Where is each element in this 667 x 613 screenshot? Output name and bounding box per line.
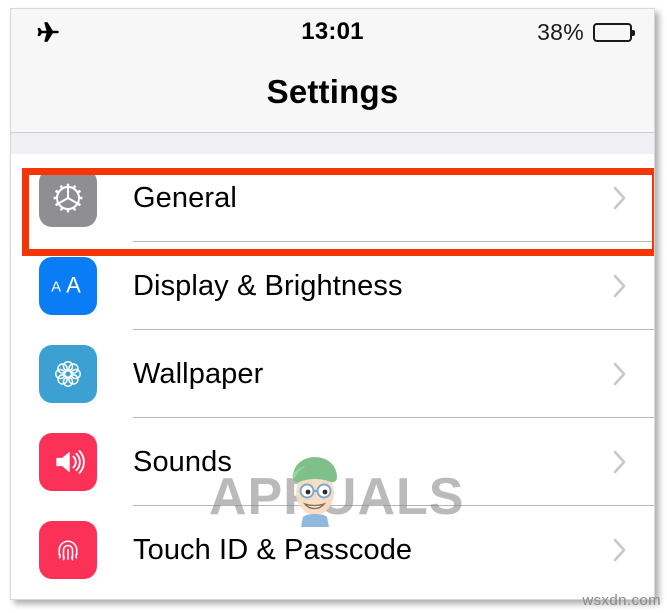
battery-icon [593,22,635,42]
text-size-aa-icon: A A [39,257,97,315]
nav-bar: Settings [11,55,654,133]
chevron-right-icon [612,448,628,476]
airplane-icon [35,19,61,45]
status-bar-left [35,19,61,45]
fingerprint-icon [39,521,97,579]
status-bar: 13:01 38% [11,9,654,55]
gear-icon [39,169,97,227]
status-bar-right: 38% [537,18,635,46]
speaker-volume-icon [39,433,97,491]
screenshot-root: 13:01 38% Settings General A A Display &… [0,0,667,613]
phone-screen: 13:01 38% Settings General A A Display &… [10,8,655,600]
settings-row-touch-id-passcode[interactable]: Touch ID & Passcode [11,506,654,594]
settings-row-display-brightness[interactable]: A A Display & Brightness [11,242,654,330]
settings-row-sounds[interactable]: Sounds [11,418,654,506]
settings-row-label: Sounds [133,445,232,478]
chevron-right-icon [612,360,628,388]
chevron-right-icon [612,184,628,212]
chevron-right-icon [612,272,628,300]
chevron-right-icon [612,536,628,564]
section-gap [11,133,654,154]
settings-row-label: Wallpaper [133,357,264,390]
battery-percentage-label: 38% [537,18,584,45]
site-watermark: wsxdn.com [582,592,661,609]
settings-row-wallpaper[interactable]: Wallpaper [11,330,654,418]
svg-text:A: A [51,280,61,296]
page-title: Settings [266,72,399,110]
svg-text:A: A [66,272,81,297]
flower-mandala-icon [39,345,97,403]
settings-row-label: Display & Brightness [133,269,403,302]
settings-row-label: Touch ID & Passcode [133,533,413,566]
settings-row-label: General [133,181,237,214]
settings-row-general[interactable]: General [11,154,654,242]
settings-list: General A A Display & Brightness Wallpap… [11,154,654,594]
